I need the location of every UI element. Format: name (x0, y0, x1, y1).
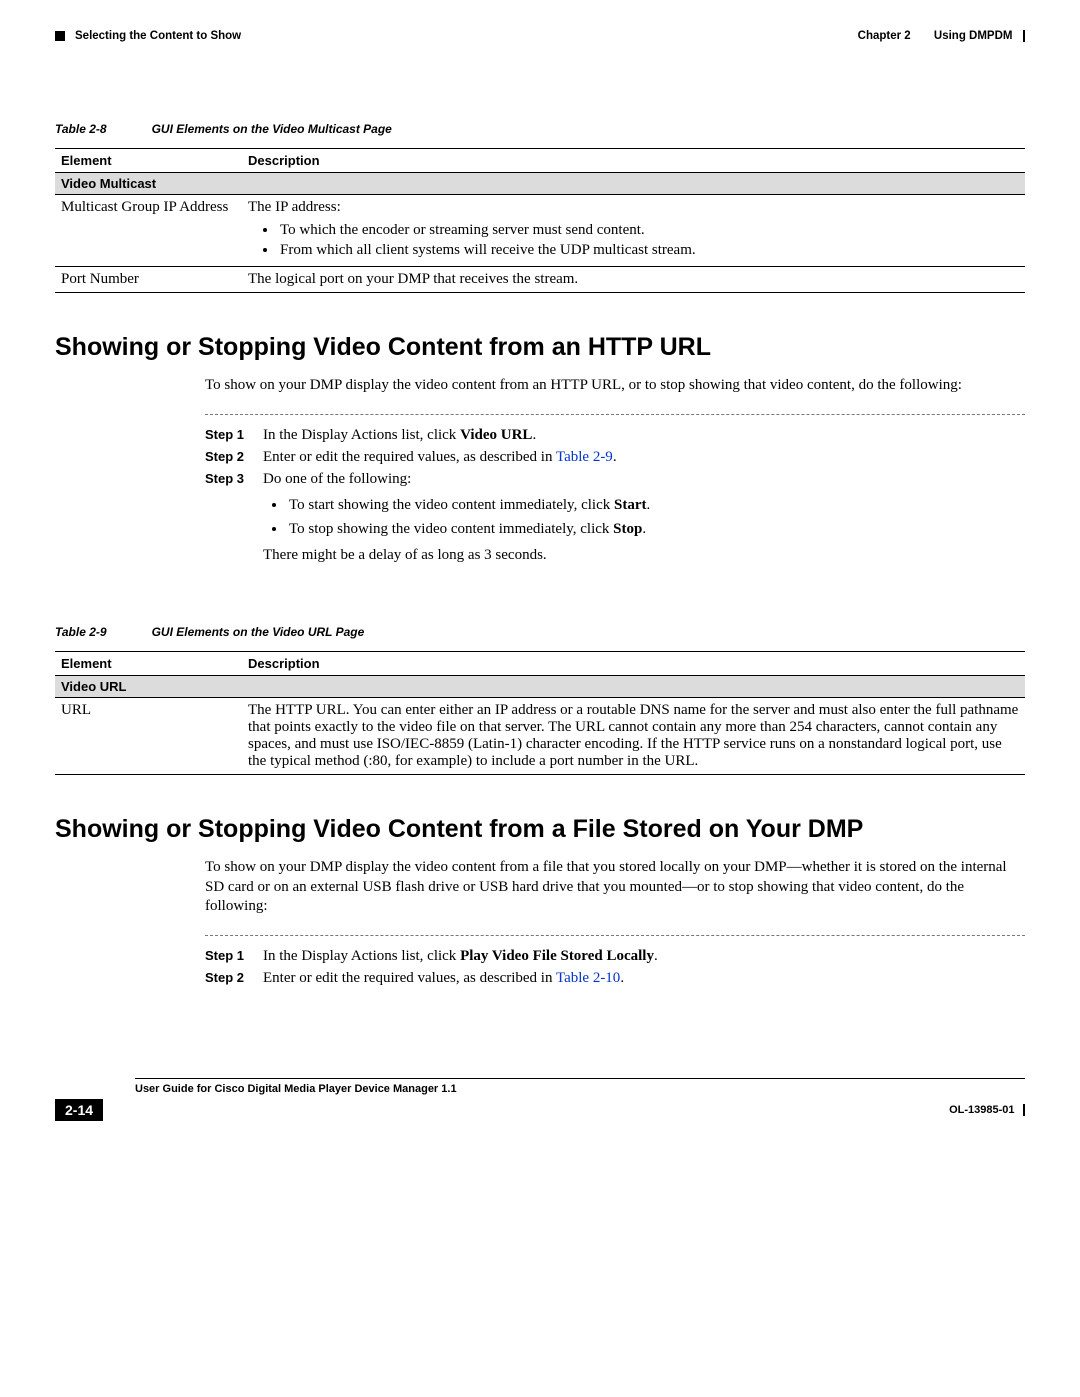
table-9-section: Video URL (55, 676, 1025, 698)
section1-step3: Step 3 Do one of the following: To start… (205, 469, 1025, 565)
page-number: 2-14 (55, 1099, 103, 1121)
table-9: Element Description Video URL URL The HT… (55, 651, 1025, 775)
table-9-row1-element: URL (55, 698, 242, 775)
section2-intro: To show on your DMP display the video co… (205, 858, 1025, 917)
header-bar-icon (1023, 30, 1026, 42)
running-header: Selecting the Content to Show Chapter 2 … (55, 30, 1025, 42)
table-9-col-element: Element (55, 652, 242, 676)
table-8-caption: Table 2-8GUI Elements on the Video Multi… (55, 122, 1025, 136)
breadcrumb: Selecting the Content to Show (75, 30, 241, 42)
section1-step1: Step 1 In the Display Actions list, clic… (205, 425, 1025, 445)
table-8-col-element: Element (55, 149, 242, 173)
separator-icon (205, 935, 1025, 936)
table-9-col-description: Description (242, 652, 1025, 676)
page-footer: User Guide for Cisco Digital Media Playe… (55, 1078, 1025, 1121)
footer-guide-title: User Guide for Cisco Digital Media Playe… (135, 1083, 457, 1095)
table-8-row1-element: Multicast Group IP Address (55, 195, 242, 267)
header-marker-icon (55, 31, 65, 41)
chapter-title: Using DMPDM (934, 30, 1013, 42)
footer-bar-icon (1023, 1104, 1026, 1116)
heading-file-dmp: Showing or Stopping Video Content from a… (55, 815, 1025, 844)
table-8-row2-desc: The logical port on your DMP that receiv… (242, 267, 1025, 293)
heading-http-url: Showing or Stopping Video Content from a… (55, 333, 1025, 362)
table-9-row1-desc: The HTTP URL. You can enter either an IP… (242, 698, 1025, 775)
section1-intro: To show on your DMP display the video co… (205, 376, 1025, 396)
table-8-col-description: Description (242, 149, 1025, 173)
doc-id: OL-13985-01 (949, 1104, 1014, 1116)
link-table-2-9[interactable]: Table 2-9 (556, 449, 613, 465)
section1-step2: Step 2 Enter or edit the required values… (205, 447, 1025, 467)
link-table-2-10[interactable]: Table 2-10 (556, 970, 620, 986)
table-9-caption: Table 2-9GUI Elements on the Video URL P… (55, 625, 1025, 639)
table-8-row2-element: Port Number (55, 267, 242, 293)
section2-step1: Step 1 In the Display Actions list, clic… (205, 946, 1025, 966)
separator-icon (205, 414, 1025, 415)
table-8-row1-desc: The IP address: To which the encoder or … (242, 195, 1025, 267)
section2-step2: Step 2 Enter or edit the required values… (205, 968, 1025, 988)
table-8: Element Description Video Multicast Mult… (55, 148, 1025, 293)
chapter-number: Chapter 2 (858, 30, 911, 42)
table-8-section: Video Multicast (55, 173, 1025, 195)
